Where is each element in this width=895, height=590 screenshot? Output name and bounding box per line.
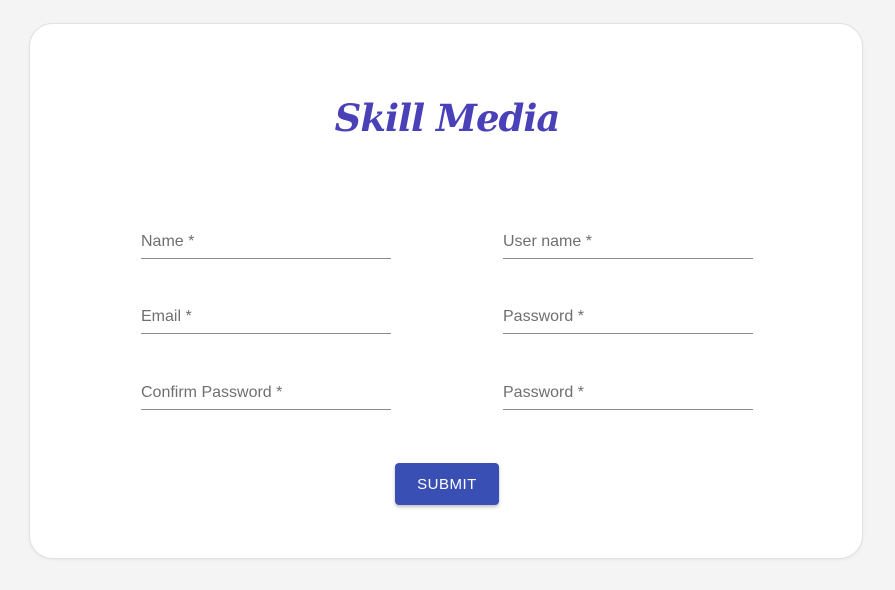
- brand-title: Skill Media: [334, 96, 561, 140]
- password-field[interactable]: Password *: [503, 299, 753, 334]
- username-field[interactable]: User name *: [503, 224, 753, 259]
- submit-button[interactable]: SUBMIT: [395, 463, 499, 505]
- email-field[interactable]: Email *: [141, 299, 391, 334]
- name-field[interactable]: Name *: [141, 224, 391, 259]
- password-input-second[interactable]: [503, 383, 753, 407]
- name-input[interactable]: [141, 232, 391, 256]
- email-input[interactable]: [141, 307, 391, 331]
- signup-card: Skill Media Name * User name * Email * P…: [29, 23, 863, 559]
- confirm-password-field[interactable]: Confirm Password *: [141, 375, 391, 410]
- password-input[interactable]: [503, 307, 753, 331]
- confirm-password-input[interactable]: [141, 383, 391, 407]
- password-field-second[interactable]: Password *: [503, 375, 753, 410]
- username-input[interactable]: [503, 232, 753, 256]
